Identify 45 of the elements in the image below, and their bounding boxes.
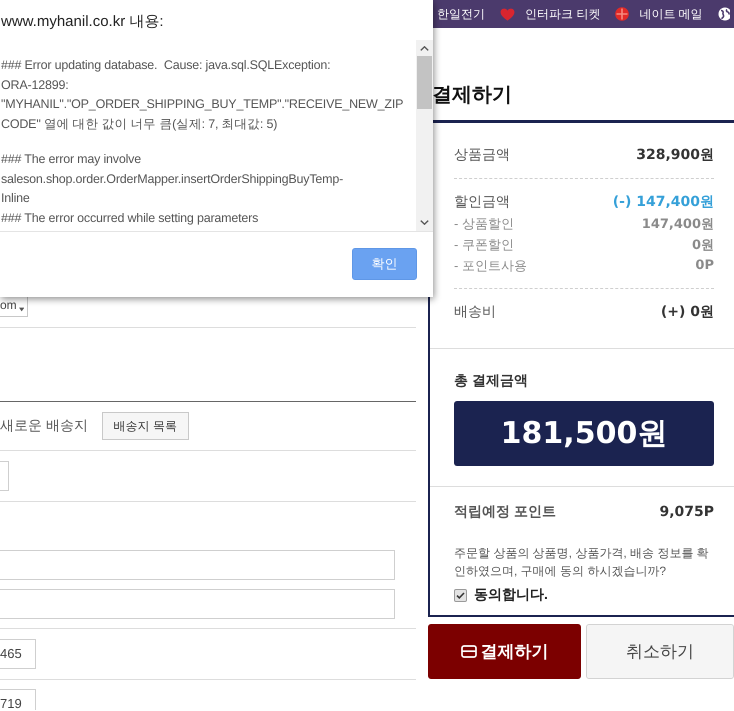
page-heading: 결제하기 xyxy=(432,83,512,107)
error-message: ### The error may involve saleson.shop.order.OrderMapper.insertOrderShippingBuyTemp- Inline xyxy=(1,151,344,207)
circle-icon xyxy=(615,7,630,21)
input-field[interactable]: 465 xyxy=(0,639,36,669)
scroll-up-icon[interactable] xyxy=(420,46,429,51)
summary-label: - 상품할인 xyxy=(454,214,514,232)
dialog-title: www.myhanil.co.kr 내용: xyxy=(0,12,164,32)
scroll-down-icon[interactable] xyxy=(420,220,429,225)
checkbox-label[interactable]: 동의합니다. xyxy=(474,586,548,604)
bookmark-link[interactable]: 인터파크 티켓 xyxy=(500,6,600,22)
input-field[interactable]: 719 xyxy=(0,689,36,710)
input-field[interactable] xyxy=(0,589,395,619)
summary-label: 할인금액 xyxy=(454,193,510,211)
summary-amount: (-) 147,400원 xyxy=(612,193,714,211)
bookmark-link[interactable]: 한일전기 xyxy=(437,6,485,22)
error-message: ### Error updating database. Cause: java.sql.SQLException: ORA-12899: "MYHANIL"."OP_ORDER_SHIPPING_BUY_TEMP"."RECEIVE_NEW_ZIP CODE" 열에 대한 값이 너무 큼(실제: 7, 최대값: 5) xyxy=(1,57,404,133)
summary-label: - 쿠폰할인 xyxy=(454,236,514,254)
summary-label: 상품금액 xyxy=(454,146,510,164)
checkbox[interactable] xyxy=(454,588,467,602)
total-label: 총 결제금액 xyxy=(454,371,528,389)
cancel-button[interactable]: 취소하기 xyxy=(586,624,734,679)
card-icon xyxy=(460,645,476,658)
pay-button[interactable]: 결제하기 xyxy=(428,624,581,679)
summary-amount: 0P xyxy=(695,258,714,273)
globe-icon[interactable] xyxy=(718,7,730,21)
agreement-notice: 주문할 상품의 상품명, 상품가격, 배송 정보를 확인하였으며, 구매에 동의 하시겠습니까? xyxy=(454,545,710,580)
summary-label: 배송비 xyxy=(454,303,496,321)
scrollbar[interactable] xyxy=(416,40,433,231)
points-label: 적립예정 포인트 xyxy=(454,503,556,521)
points-amount: 9,075P xyxy=(659,504,714,520)
input-field[interactable] xyxy=(0,461,9,491)
summary-label: - 포인트사용 xyxy=(454,256,527,274)
option-label: 새로운 배송지 xyxy=(0,417,88,435)
address-list-button[interactable]: 배송지 목록 xyxy=(102,412,189,440)
summary-amount: 328,900원 xyxy=(636,146,714,164)
input-field[interactable] xyxy=(0,550,395,580)
scrollbar-thumb[interactable] xyxy=(417,56,432,109)
caret-icon xyxy=(18,307,24,312)
summary-amount: 147,400원 xyxy=(642,216,714,232)
heart-icon xyxy=(500,8,515,20)
bookmark-link[interactable]: 네이트 메일 xyxy=(615,6,703,22)
summary-amount: 0원 xyxy=(692,236,714,254)
summary-amount: (+) 0원 xyxy=(660,303,714,321)
total-amount: 181,500원 xyxy=(454,401,714,466)
error-message: ### The error occurred while setting parameters xyxy=(1,210,260,227)
